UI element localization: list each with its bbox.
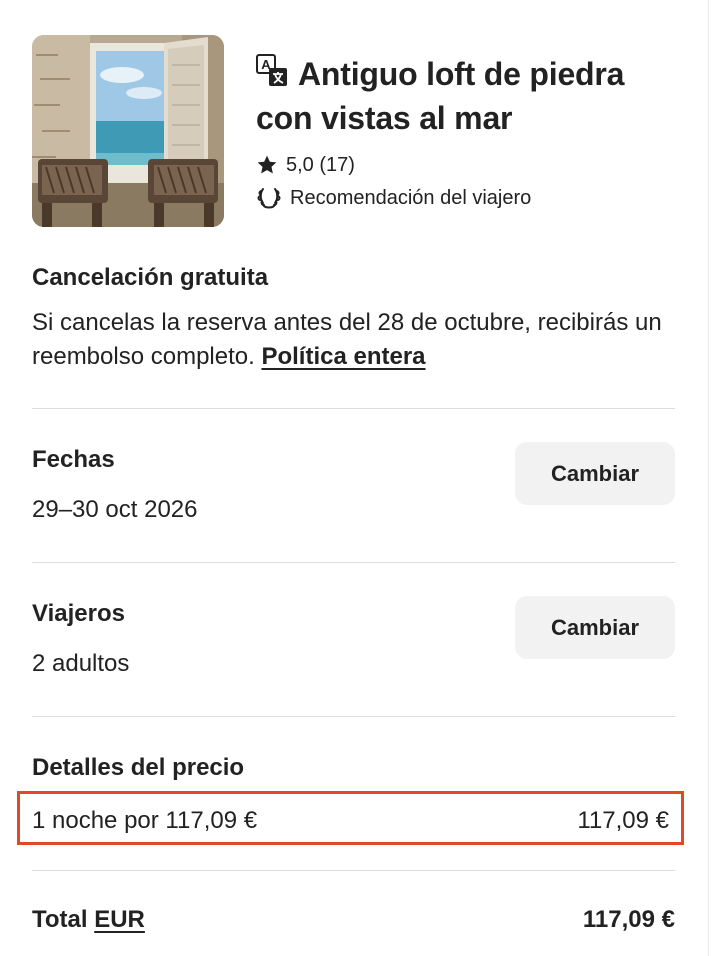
- price-details-title: Detalles del precio: [32, 754, 245, 781]
- star-icon: [257, 155, 277, 174]
- price-line-highlight: 1 noche por 117,09 € 117,09 €: [17, 791, 684, 845]
- guest-favorite-badge: Recomendación del viajero: [256, 184, 531, 212]
- rating-value: 5,0 (17): [286, 153, 355, 176]
- rating: 5,0 (17): [256, 152, 355, 178]
- guests-title: Viajeros: [32, 600, 125, 627]
- total-label: Total: [32, 906, 88, 933]
- nightly-price-amount: 117,09 €: [577, 807, 669, 834]
- listing-title: Antiguo loft de piedra con vistas al mar: [256, 56, 625, 136]
- policy-link[interactable]: Política entera: [261, 343, 425, 370]
- change-guests-button[interactable]: Cambiar: [515, 596, 675, 659]
- cancellation-title: Cancelación gratuita: [32, 264, 269, 291]
- laurel-icon: [257, 188, 281, 209]
- dates-title: Fechas: [32, 446, 115, 473]
- listing-photo[interactable]: [32, 35, 224, 227]
- divider: [32, 408, 675, 409]
- dates-value: 29–30 oct 2026: [32, 496, 198, 523]
- divider: [32, 562, 675, 563]
- total-amount: 117,09 €: [582, 906, 675, 933]
- divider: [32, 870, 675, 871]
- total-row: Total EUR 117,09 €: [32, 906, 675, 934]
- guests-value: 2 adultos: [32, 650, 130, 677]
- badge-label: Recomendación del viajero: [290, 186, 532, 209]
- nightly-price-label[interactable]: 1 noche por 117,09 €: [32, 807, 257, 835]
- currency-link[interactable]: EUR: [94, 906, 145, 933]
- checkout-summary-card: A Antiguo loft de piedra con vistas al m…: [0, 0, 709, 956]
- change-dates-button[interactable]: Cambiar: [515, 442, 675, 505]
- cancellation-text: Si cancelas la reserva antes del 28 de o…: [32, 306, 672, 374]
- divider: [32, 716, 675, 717]
